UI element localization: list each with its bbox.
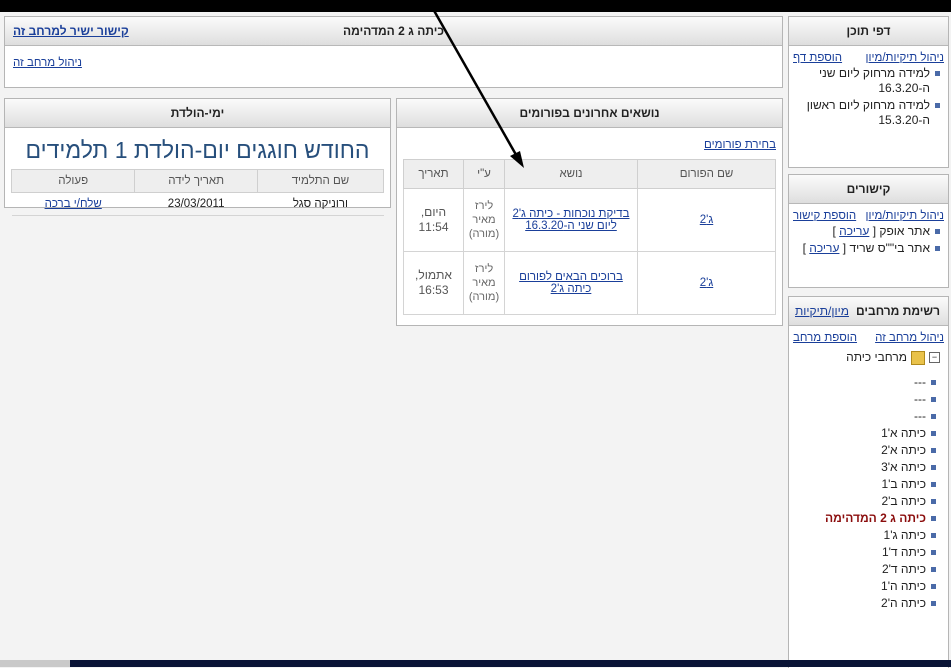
student-name: ורוניקה סגל [257,192,384,216]
space-list-item[interactable]: כיתה א'1 [793,426,938,441]
content-pages-manage-link[interactable]: ניהול תיקיות/מיון [866,52,945,64]
col-birth-date: תאריך לידה [134,169,258,193]
spaces-folder[interactable]: −מרחבי כיתה [789,346,948,369]
topic-date: היום, 11:54 [403,188,464,252]
send-greeting-link[interactable]: שלח/י ברכה [45,198,102,210]
topic-author: לירז מאיר (מורה) [463,251,505,315]
col-action: פעולה [10,169,136,193]
space-list-item[interactable]: כיתה ב'1 [793,477,938,492]
content-pages-panel: דפי תוכן ניהול תיקיות/מיון הוספת דף למיד… [788,16,949,168]
forum-link[interactable]: ג'2 [700,277,713,289]
spaces-manage-link[interactable]: ניהול מרחב זה [875,332,944,344]
content-page-item[interactable]: למידה מרחוק ליום ראשון ה-15.3.20 [793,98,942,128]
space-list-item[interactable]: --- [793,375,938,390]
space-list-item[interactable]: כיתה ה'1 [793,579,938,594]
table-row: ורוניקה סגל 23/03/2011 שלח/י ברכה [11,192,384,216]
folder-icon [911,350,925,365]
spaces-title: רשימת מרחבים [856,304,940,318]
top-black-bar [0,0,951,12]
birth-date: 23/03/2011 [134,192,258,216]
space-list-item[interactable]: כיתה א'2 [793,443,938,458]
content-pages-add-link[interactable]: הוספת דף [793,52,842,64]
col-topic: נושא [504,159,638,189]
space-title-bar: כיתה ג 2 המדהימה קישור ישיר למרחב זה [5,17,782,46]
col-by: ע"י [463,159,505,189]
topic-link[interactable]: בדיקת נוכחות - כיתה ג'2 ליום שני ה-16.3.… [512,208,629,232]
choose-forums-link[interactable]: בחירת פורומים [704,139,776,151]
birthdays-panel: ימי-הולדת החודש חוגגים יום-הולדת 1 תלמיד… [4,98,391,216]
forums-title: נושאים אחרונים בפורומים [397,99,782,128]
topic-author: לירז מאיר (מורה) [463,188,505,252]
manage-space-link[interactable]: ניהול מרחב זה [13,57,82,69]
space-header-panel: כיתה ג 2 המדהימה קישור ישיר למרחב זה ניה… [4,16,783,88]
links-panel: קישורים ניהול תיקיות/מיון הוספת קישור את… [788,174,949,288]
table-row: ג'2 ברוכים הבאים לפורום כיתה ג'2 לירז מא… [403,251,776,315]
col-date: תאריך [403,159,464,189]
links-title: קישורים [789,175,948,204]
space-list-item[interactable]: כיתה ג'1 [793,528,938,543]
link-item: אתר בי""ס שריד [ עריכה ] [793,241,942,256]
birthdays-table: שם התלמיד תאריך לידה פעולה ורוניקה סגל 2… [10,169,385,216]
taskbar [0,660,951,667]
topic-date: אתמול, 16:53 [403,251,464,315]
forum-link[interactable]: ג'2 [700,214,713,226]
spaces-header: רשימת מרחבים מיון/תיקיות [789,297,948,326]
forums-panel: נושאים אחרונים בפורומים בחירת פורומים שם… [396,98,783,326]
space-list-item[interactable]: כיתה א'3 [793,460,938,475]
birthdays-title: ימי-הולדת [5,99,390,128]
link-edit[interactable]: עריכה [839,224,869,238]
space-list-item[interactable]: --- [793,409,938,424]
links-manage-link[interactable]: ניהול תיקיות/מיון [866,210,945,222]
link-edit[interactable]: עריכה [809,241,839,255]
space-list-item[interactable]: כיתה ב'2 [793,494,938,509]
table-row: ג'2 בדיקת נוכחות - כיתה ג'2 ליום שני ה-1… [403,188,776,252]
links-add-link[interactable]: הוספת קישור [793,210,856,222]
forums-table: שם הפורום נושא ע"י תאריך ג'2 בדיקת נוכחו… [403,159,776,315]
collapse-icon[interactable]: − [929,352,940,364]
space-list-item[interactable]: --- [793,392,938,407]
space-list-item[interactable]: כיתה ה'2 [793,596,938,611]
col-forum-name: שם הפורום [637,159,776,189]
spaces-list: --- --- --- כיתה א'1 כיתה א'2 כיתה א'3 כיתה ב'… [789,375,948,611]
link-item: אתר אופק [ עריכה ] [793,224,942,239]
col-student-name: שם התלמיד [256,169,385,193]
spaces-add-link[interactable]: הוספת מרחב [793,332,857,344]
birthdays-headline: החודש חוגגים יום-הולדת 1 תלמידים [25,137,370,163]
direct-link[interactable]: קישור ישיר למרחב זה [13,17,129,45]
space-list-item[interactable]: כיתה ד'1 [793,545,938,560]
content-pages-title: דפי תוכן [789,17,948,46]
spaces-panel: רשימת מרחבים מיון/תיקיות ניהול מרחב זה ה… [788,296,949,668]
topic-link[interactable]: ברוכים הבאים לפורום כיתה ג'2 [519,271,623,295]
spaces-sort-link[interactable]: מיון/תיקיות [795,297,849,325]
content-page-item[interactable]: למידה מרחוק ליום שני ה-16.3.20 [793,66,942,96]
space-title: כיתה ג 2 המדהימה [343,24,444,38]
space-list-item[interactable]: כיתה ד'2 [793,562,938,577]
taskbar-start[interactable] [0,660,70,667]
space-list-item[interactable]: כיתה ג 2 המדהימה [793,511,938,526]
